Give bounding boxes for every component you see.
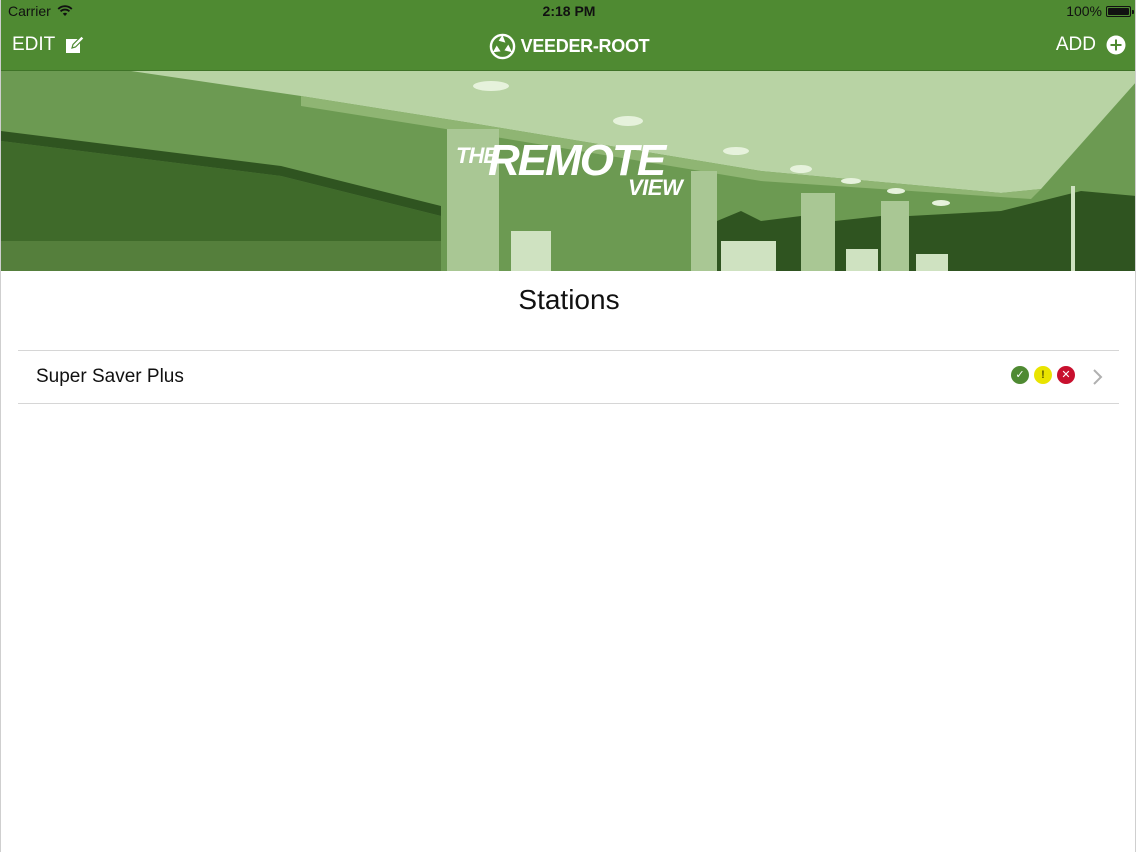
warning-icon: ! <box>1034 366 1052 384</box>
battery-indicator: 100% <box>1066 3 1134 19</box>
add-label: ADD <box>1055 34 1096 55</box>
chevron-right-icon <box>1093 369 1103 385</box>
battery-icon <box>1106 5 1134 17</box>
status-bar: Carrier 2:18 PM 100% <box>1 0 1135 22</box>
veeder-root-logo-icon <box>489 33 515 60</box>
app-screen: Carrier 2:18 PM 100% EDIT VEEDER-ROOT AD… <box>0 0 1136 852</box>
station-name: Super Saver Plus <box>36 366 184 387</box>
battery-percent: 100% <box>1066 3 1102 19</box>
ok-icon: ✓ <box>1011 366 1029 384</box>
station-list: Super Saver Plus ✓ ! ✕ <box>18 350 1119 404</box>
station-row[interactable]: Super Saver Plus ✓ ! ✕ <box>18 350 1119 404</box>
add-button[interactable]: ADD <box>1056 34 1126 56</box>
clock: 2:18 PM <box>542 3 596 19</box>
add-circle-icon <box>1106 35 1126 55</box>
navigation-bar: EDIT VEEDER-ROOT ADD <box>1 22 1135 71</box>
alarm-icon: ✕ <box>1057 366 1075 384</box>
veeder-root-logo: VEEDER-ROOT <box>1 33 1135 60</box>
station-status-icons: ✓ ! ✕ <box>1011 366 1075 384</box>
logo-text: VEEDER-ROOT <box>520 36 650 56</box>
header-banner: THE REMOTE VIEW <box>1 71 1135 271</box>
banner-view: VIEW <box>628 175 683 200</box>
page-title: Stations <box>518 284 620 315</box>
